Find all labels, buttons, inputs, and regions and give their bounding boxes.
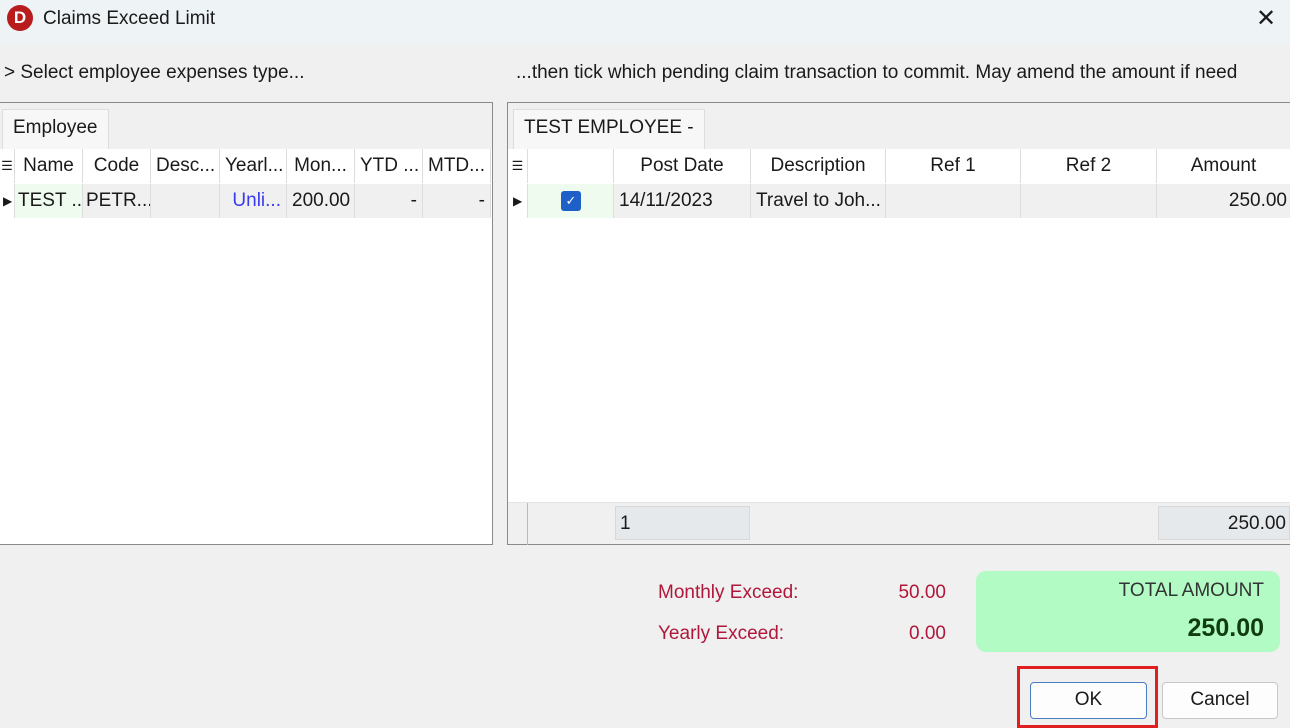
- col-mtd[interactable]: MTD...: [423, 149, 491, 183]
- col-yearly[interactable]: Yearl...: [220, 149, 287, 183]
- col-code[interactable]: Code: [83, 149, 151, 183]
- col-ytd[interactable]: YTD ...: [355, 149, 423, 183]
- cell-description[interactable]: Travel to Joh...: [751, 184, 886, 218]
- total-amount-label: TOTAL AMOUNT: [1118, 580, 1264, 601]
- cell-monthly[interactable]: 200.00: [287, 184, 355, 218]
- checkbox-checked-icon[interactable]: ✓: [561, 191, 581, 211]
- employee-panel: Employee ☰ Name Code Desc... Yearl... Mo…: [0, 102, 493, 545]
- tab-test-employee[interactable]: TEST EMPLOYEE -: [513, 109, 705, 149]
- close-icon[interactable]: ✕: [1256, 4, 1276, 33]
- column-chooser-icon[interactable]: ☰: [0, 149, 15, 183]
- left-instruction: > Select employee expenses type...: [4, 62, 305, 83]
- window-title: Claims Exceed Limit: [43, 8, 216, 29]
- monthly-exceed-value: 50.00: [898, 582, 946, 603]
- cell-ytd[interactable]: -: [355, 184, 423, 218]
- col-description[interactable]: Description: [751, 149, 886, 183]
- col-post-date[interactable]: Post Date: [614, 149, 751, 183]
- footer-amount-total: 250.00: [1158, 506, 1290, 540]
- footer-count: 1: [615, 506, 750, 540]
- cell-post-date[interactable]: 14/11/2023: [614, 184, 751, 218]
- row-indicator-icon: ▶: [0, 184, 15, 218]
- yearly-exceed-label: Yearly Exceed:: [658, 623, 785, 644]
- cell-ref2[interactable]: [1021, 184, 1157, 218]
- column-chooser-icon[interactable]: ☰: [508, 149, 528, 183]
- cell-ref1[interactable]: [886, 184, 1021, 218]
- cell-yearly[interactable]: Unli...: [220, 184, 287, 218]
- cancel-button[interactable]: Cancel: [1162, 682, 1278, 719]
- ok-button[interactable]: OK: [1030, 682, 1147, 719]
- table-row[interactable]: ▶ TEST ... PETR... Unli... 200.00 - -: [0, 184, 492, 218]
- col-monthly[interactable]: Mon...: [287, 149, 355, 183]
- col-ref2[interactable]: Ref 2: [1021, 149, 1157, 183]
- monthly-exceed-label: Monthly Exceed:: [658, 582, 799, 603]
- row-checkbox-cell[interactable]: ✓: [528, 184, 614, 218]
- cell-code[interactable]: PETR...: [83, 184, 151, 218]
- cell-mtd[interactable]: -: [423, 184, 491, 218]
- yearly-exceed-value: 0.00: [909, 623, 946, 644]
- right-instruction: ...then tick which pending claim transac…: [516, 62, 1238, 83]
- col-amount[interactable]: Amount: [1157, 149, 1290, 183]
- total-amount-box: TOTAL AMOUNT 250.00: [976, 571, 1280, 652]
- col-select[interactable]: [528, 149, 614, 183]
- title-bar: D Claims Exceed Limit ✕: [0, 0, 1290, 44]
- grid-footer: 1 250.00: [508, 502, 1290, 545]
- app-logo-icon: D: [7, 5, 33, 31]
- tab-employee[interactable]: Employee: [2, 109, 109, 149]
- cell-name[interactable]: TEST ...: [15, 184, 83, 218]
- col-name[interactable]: Name: [15, 149, 83, 183]
- row-indicator-icon: ▶: [508, 184, 528, 218]
- claims-panel: TEST EMPLOYEE - ☰ Post Date Description …: [507, 102, 1290, 545]
- total-amount-value: 250.00: [1187, 614, 1264, 642]
- col-ref1[interactable]: Ref 1: [886, 149, 1021, 183]
- cell-amount[interactable]: 250.00: [1157, 184, 1290, 218]
- table-row[interactable]: ▶ ✓ 14/11/2023 Travel to Joh... 250.00: [508, 184, 1290, 218]
- cell-desc[interactable]: [151, 184, 220, 218]
- col-desc[interactable]: Desc...: [151, 149, 220, 183]
